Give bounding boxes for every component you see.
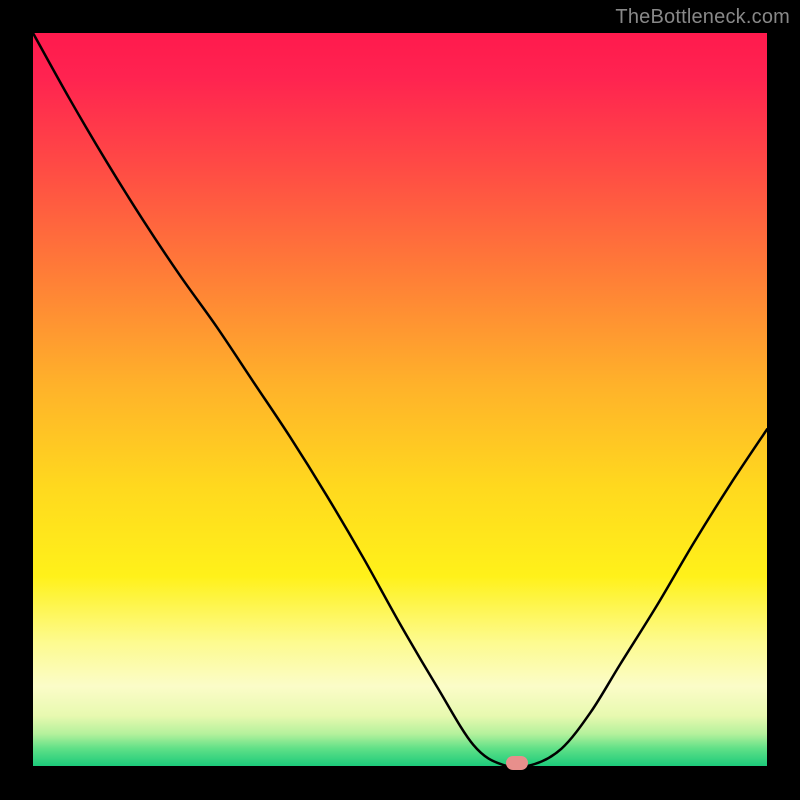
- optimal-marker: [506, 756, 528, 770]
- chart-frame: TheBottleneck.com: [0, 0, 800, 800]
- watermark-text: TheBottleneck.com: [615, 6, 790, 29]
- chart-svg: [33, 33, 767, 767]
- gradient-background: [33, 33, 767, 767]
- plot-area: [33, 33, 767, 767]
